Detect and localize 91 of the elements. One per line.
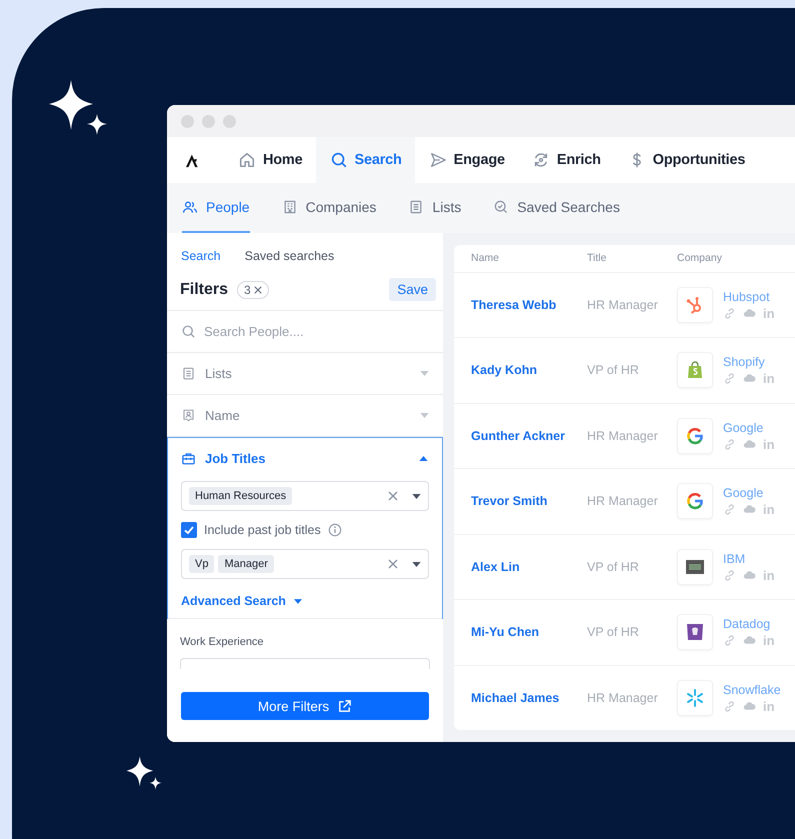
nav-tab[interactable]: Engage: [414, 137, 518, 183]
checkbox-label: Include past job titles: [204, 523, 321, 537]
search-check-icon: [493, 199, 510, 215]
cloud-icon[interactable]: [743, 568, 756, 582]
panel-tab[interactable]: Saved searches: [244, 249, 334, 263]
search-icon: [181, 324, 196, 339]
link-icon[interactable]: [723, 634, 736, 648]
company-name-link[interactable]: Google: [723, 420, 775, 435]
clear-icon[interactable]: [388, 491, 398, 501]
send-icon: [428, 151, 447, 169]
advanced-search-link[interactable]: Advanced Search: [181, 594, 302, 608]
person-name-link[interactable]: Mi-Yu Chen: [454, 625, 587, 640]
person-name-link[interactable]: Michael James: [454, 690, 587, 705]
clear-icon[interactable]: [254, 286, 262, 294]
table-cell-text: HR Manager: [587, 690, 659, 705]
external-link-icon: [337, 698, 352, 714]
shopping-bag-logo-icon: [685, 360, 705, 380]
link-icon[interactable]: [723, 307, 736, 320]
cloud-icon[interactable]: [743, 438, 756, 451]
building-icon: [282, 199, 298, 215]
snowflake-logo-icon: [685, 688, 705, 708]
tag-chip: Manager: [218, 555, 274, 573]
more-filters-button[interactable]: More Filters: [181, 692, 429, 720]
person-name-link[interactable]: Kady Kohn: [454, 363, 587, 378]
caret-icon[interactable]: [412, 494, 421, 498]
company-name-link[interactable]: Shopify: [723, 355, 775, 370]
input-field[interactable]: [180, 658, 430, 669]
nav-tab[interactable]: Opportunities: [614, 137, 758, 183]
window-control-dot[interactable]: [181, 114, 194, 128]
caret-icon: [294, 598, 302, 604]
clear-icon[interactable]: [388, 559, 398, 569]
save-button[interactable]: Save: [389, 278, 436, 301]
column-header: Company: [677, 252, 722, 264]
checkbox[interactable]: [181, 522, 197, 538]
person-name-link[interactable]: Trevor Smith: [454, 494, 587, 508]
tag-chip: Human Resources: [189, 487, 292, 505]
nav-tab[interactable]: Home: [224, 137, 316, 183]
company-name-link[interactable]: IBM: [723, 552, 775, 566]
column-header: Name: [470, 252, 500, 264]
filter-section-header[interactable]: Job Titles: [168, 438, 442, 479]
people-icon: [182, 199, 198, 215]
company-name-link[interactable]: Datadog: [723, 617, 775, 632]
panel-tab[interactable]: Search: [181, 249, 221, 263]
dog-logo-icon: [685, 622, 705, 642]
table-cell-text: VP of HR: [587, 560, 640, 574]
sub-nav-tab[interactable]: Lists: [408, 183, 462, 233]
nav-tab[interactable]: Search: [316, 137, 415, 183]
filter-section-header[interactable]: Lists: [167, 353, 443, 394]
tag-chip: Vp: [189, 555, 214, 573]
window-control-dot[interactable]: [202, 114, 215, 128]
g-logo-icon: [685, 426, 705, 446]
person-name-link[interactable]: Gunther Ackner: [454, 428, 587, 443]
g-logo-icon: [685, 491, 705, 512]
company-name-link[interactable]: Hubspot: [723, 290, 775, 304]
table-cell-text: HR Manager: [587, 494, 659, 508]
company-name-link[interactable]: Google: [723, 486, 775, 500]
link-icon[interactable]: [723, 372, 736, 386]
sub-nav-tab[interactable]: Saved Searches: [493, 183, 620, 233]
link-icon[interactable]: [723, 503, 736, 516]
sub-nav-tab[interactable]: Companies: [282, 183, 376, 233]
cloud-icon[interactable]: [743, 307, 756, 320]
table-cell-text: VP of HR: [587, 625, 640, 640]
table-cell-text: HR Manager: [587, 428, 659, 443]
contact-icon: [181, 408, 196, 423]
company-name-link[interactable]: Snowflake: [723, 682, 781, 697]
cloud-icon[interactable]: [743, 700, 756, 713]
past-title-select[interactable]: Vp Manager: [181, 549, 429, 579]
list-icon: [408, 199, 424, 215]
home-icon: [238, 151, 256, 169]
link-icon[interactable]: [723, 438, 736, 451]
info-icon[interactable]: [328, 523, 342, 537]
list-icon: [181, 366, 196, 381]
person-name-link[interactable]: Theresa Webb: [454, 298, 587, 312]
link-icon[interactable]: [723, 568, 736, 582]
person-name-link[interactable]: Alex Lin: [454, 560, 587, 574]
window-control-dot[interactable]: [223, 114, 236, 128]
check-icon: [183, 524, 195, 536]
caret-icon[interactable]: [419, 456, 428, 461]
filter-count-chip[interactable]: 3: [237, 280, 269, 298]
column-header: Title: [587, 252, 608, 264]
search-icon: [330, 151, 348, 169]
filter-section-header[interactable]: Name: [167, 395, 443, 436]
table-cell-text: VP of HR: [587, 363, 640, 378]
filters-heading: Filters: [180, 280, 228, 298]
field-label: Work Experience: [180, 636, 265, 648]
table-cell-text: HR Manager: [587, 298, 659, 312]
nav-tab[interactable]: Enrich: [518, 137, 614, 183]
caret-icon[interactable]: [412, 562, 421, 566]
job-title-select[interactable]: Human Resources: [181, 481, 429, 511]
briefcase-icon: [181, 451, 196, 466]
link-icon[interactable]: [723, 700, 736, 713]
